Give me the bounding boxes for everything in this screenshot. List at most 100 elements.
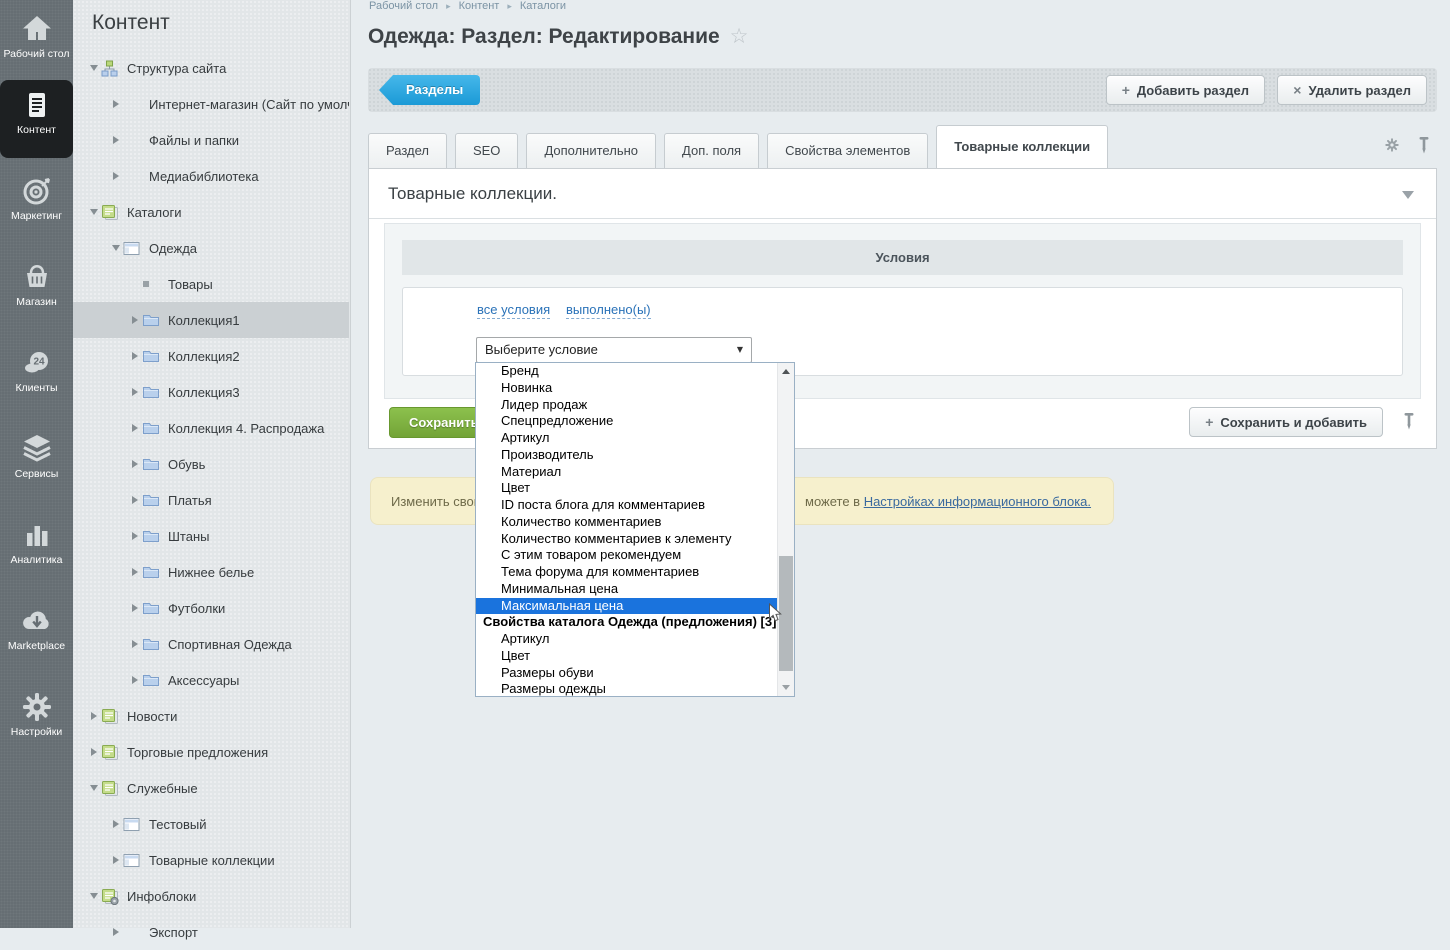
scrollbar-thumb[interactable] [779, 556, 793, 671]
tab-section[interactable]: Раздел [368, 133, 447, 168]
scroll-down-arrow-icon[interactable] [778, 679, 794, 696]
chevron-right-icon[interactable] [128, 424, 142, 432]
breadcrumb-item[interactable]: Каталоги [520, 0, 566, 12]
tree-item[interactable]: Служебные [73, 770, 349, 806]
iconbar-item-analytics[interactable]: Аналитика [0, 510, 73, 588]
dropdown-option[interactable]: Цвет [476, 648, 777, 665]
iconbar-item-services[interactable]: Сервисы [0, 424, 73, 502]
fulfilled-link[interactable]: выполнено(ы) [566, 302, 651, 319]
tree-item[interactable]: Новости [73, 698, 349, 734]
dropdown-option[interactable]: Количество комментариев [476, 514, 777, 531]
iconbar-item-store[interactable]: Магазин [0, 252, 73, 330]
tree-item[interactable]: Штаны [73, 518, 349, 554]
dropdown-option[interactable]: Бренд [476, 363, 777, 380]
chevron-down-icon[interactable] [109, 245, 123, 251]
chevron-right-icon[interactable] [128, 460, 142, 468]
tab-extra-fields[interactable]: Доп. поля [664, 133, 759, 168]
dropdown-option[interactable]: Лидер продаж [476, 397, 777, 414]
tree-item[interactable]: Спортивная Одежда [73, 626, 349, 662]
dropdown-option[interactable]: Артикул [476, 631, 777, 648]
dropdown-option[interactable]: Артикул [476, 430, 777, 447]
dropdown-option[interactable]: Спецпредложение [476, 413, 777, 430]
chevron-right-icon[interactable] [128, 640, 142, 648]
chevron-down-icon[interactable] [87, 209, 101, 215]
dropdown-option[interactable]: Производитель [476, 447, 777, 464]
chevron-right-icon[interactable] [109, 820, 123, 828]
dropdown-option[interactable]: Максимальная цена [476, 598, 777, 615]
chevron-right-icon[interactable] [109, 136, 123, 144]
chevron-right-icon[interactable] [87, 748, 101, 756]
chevron-right-icon[interactable] [128, 532, 142, 540]
chevron-right-icon[interactable] [128, 496, 142, 504]
tab-element-properties[interactable]: Свойства элементов [767, 133, 928, 168]
scroll-up-arrow-icon[interactable] [778, 363, 794, 380]
dropdown-option[interactable]: Размеры обуви [476, 665, 777, 682]
tree-item[interactable]: Футболки [73, 590, 349, 626]
dropdown-option[interactable]: Новинка [476, 380, 777, 397]
iconbar-item-settings[interactable]: Настройки [0, 682, 73, 760]
chevron-down-icon[interactable] [87, 785, 101, 791]
iconbar-item-marketplace[interactable]: Marketplace [0, 596, 73, 674]
iconbar-item-marketing[interactable]: Маркетинг [0, 166, 73, 244]
all-conditions-link[interactable]: все условия [477, 302, 550, 319]
tab-additional[interactable]: Дополнительно [526, 133, 656, 168]
chevron-right-icon[interactable] [128, 568, 142, 576]
chevron-right-icon[interactable] [109, 172, 123, 180]
delete-section-button[interactable]: ×Удалить раздел [1277, 75, 1427, 105]
pin-icon[interactable] [1418, 136, 1430, 159]
pin-icon[interactable] [1403, 412, 1415, 435]
tree-item[interactable]: Медиабиблиотека [73, 158, 349, 194]
infoblock-settings-link[interactable]: Настройках информационного блока. [864, 494, 1091, 509]
tree-item[interactable]: Интернет-магазин (Сайт по умолчан [73, 86, 349, 122]
dropdown-option[interactable]: ID поста блога для комментариев [476, 497, 777, 514]
iconbar-item-clients[interactable]: 24Клиенты [0, 338, 73, 416]
tree-item[interactable]: Нижнее белье [73, 554, 349, 590]
iconbar-item-content[interactable]: Контент [0, 80, 73, 158]
dropdown-scrollbar[interactable] [777, 363, 794, 696]
save-and-add-button[interactable]: +Сохранить и добавить [1189, 407, 1383, 437]
chevron-down-icon[interactable] [87, 65, 101, 71]
tab-seo[interactable]: SEO [455, 133, 518, 168]
chevron-right-icon[interactable] [87, 712, 101, 720]
sections-back-button[interactable]: Разделы [379, 75, 480, 105]
dropdown-option[interactable]: Количество комментариев к элементу [476, 531, 777, 548]
breadcrumb-item[interactable]: Контент [459, 0, 500, 12]
tree-item[interactable]: Коллекция 4. Распродажа [73, 410, 349, 446]
dropdown-option[interactable]: Минимальная цена [476, 581, 777, 598]
tab-settings-gear-icon[interactable] [1384, 137, 1400, 158]
tree-item[interactable]: Аксессуары [73, 662, 349, 698]
dropdown-option[interactable]: Цвет [476, 480, 777, 497]
collapse-chevron-icon[interactable] [1402, 191, 1414, 199]
tree-item[interactable]: Файлы и папки [73, 122, 349, 158]
dropdown-option[interactable]: Материал [476, 464, 777, 481]
tree-item[interactable]: Товарные коллекции [73, 842, 349, 878]
tree-item[interactable]: Торговые предложения [73, 734, 349, 770]
chevron-right-icon[interactable] [128, 352, 142, 360]
chevron-right-icon[interactable] [109, 928, 123, 936]
chevron-right-icon[interactable] [128, 388, 142, 396]
dropdown-option[interactable]: Размеры одежды [476, 681, 777, 696]
chevron-right-icon[interactable] [128, 676, 142, 684]
tree-item[interactable]: Структура сайта [73, 50, 349, 86]
chevron-right-icon[interactable] [109, 856, 123, 864]
tree-item[interactable]: Коллекция3 [73, 374, 349, 410]
tree-item[interactable]: Обувь [73, 446, 349, 482]
tree-item[interactable]: Одежда [73, 230, 349, 266]
breadcrumb-item[interactable]: Рабочий стол [369, 0, 438, 12]
tree-item[interactable]: Платья [73, 482, 349, 518]
tab-product-collections[interactable]: Товарные коллекции [936, 125, 1108, 168]
tree-item[interactable]: Коллекция2 [73, 338, 349, 374]
chevron-right-icon[interactable] [128, 316, 142, 324]
tree-item[interactable]: Инфоблоки [73, 878, 349, 914]
iconbar-item-home[interactable]: Рабочий стол [0, 4, 73, 82]
dropdown-option[interactable]: С этим товаром рекомендуем [476, 547, 777, 564]
chevron-right-icon[interactable] [128, 604, 142, 612]
condition-select[interactable]: Выберите условие ▼ [476, 337, 752, 363]
tree-item[interactable]: Экспорт [73, 914, 349, 950]
tree-item[interactable]: Товары [73, 266, 349, 302]
favorite-star-icon[interactable]: ☆ [730, 24, 749, 48]
tree-item[interactable]: Коллекция1 [73, 302, 349, 338]
add-section-button[interactable]: +Добавить раздел [1106, 75, 1265, 105]
tree-item[interactable]: Каталоги [73, 194, 349, 230]
dropdown-group-header[interactable]: Свойства каталога Одежда (предложения) [… [476, 614, 777, 631]
